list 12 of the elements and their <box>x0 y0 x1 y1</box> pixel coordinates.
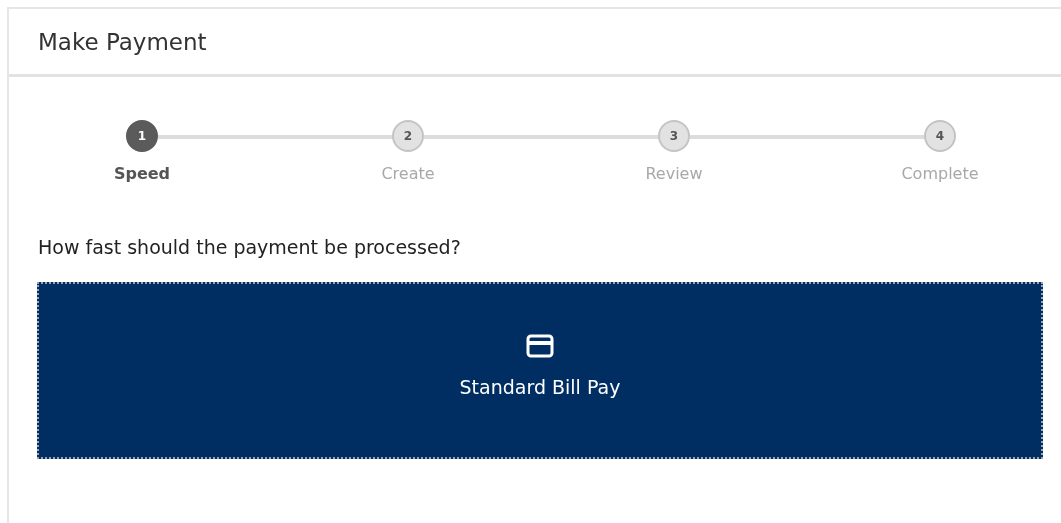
step-label: Complete <box>901 164 979 183</box>
step-number: 3 <box>658 120 690 152</box>
step-number: 2 <box>392 120 424 152</box>
payment-option-button[interactable]: Standard Bill Pay <box>37 282 1043 459</box>
step-number: 4 <box>924 120 956 152</box>
step-label: Create <box>381 164 435 183</box>
question-text: How fast should the payment be processed? <box>38 236 462 258</box>
step-number: 1 <box>126 120 158 152</box>
panel-title: Make Payment <box>38 28 207 55</box>
credit-card-icon <box>526 333 554 358</box>
step-label: Speed <box>113 164 171 183</box>
step-label: Review <box>645 164 703 183</box>
